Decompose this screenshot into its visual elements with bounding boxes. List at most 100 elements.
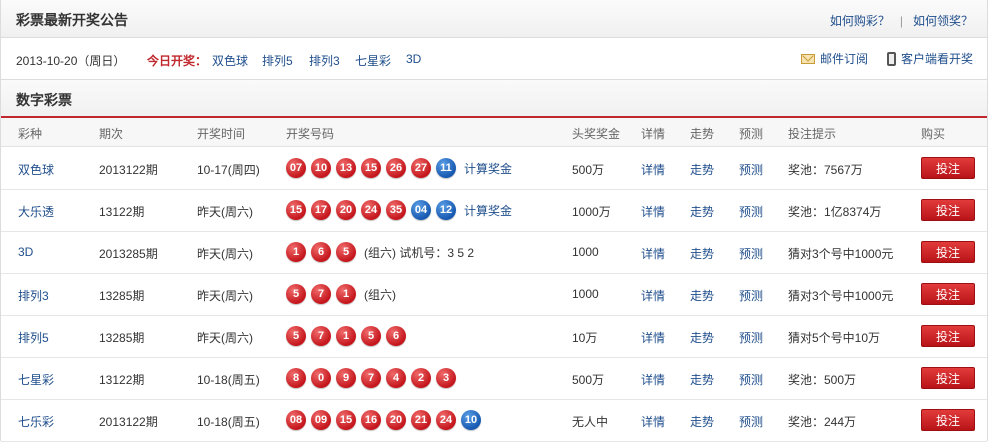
detail-link[interactable]: 详情: [641, 161, 665, 178]
lottery-name-link[interactable]: 双色球: [18, 161, 54, 178]
bet-button[interactable]: 投注: [921, 157, 975, 179]
calculate-prize-link[interactable]: 计算奖金: [464, 160, 512, 177]
today-lottery-link[interactable]: 排列3: [309, 52, 340, 69]
trend-link[interactable]: 走势: [690, 329, 714, 346]
trend-link[interactable]: 走势: [690, 245, 714, 262]
current-date: 2013-10-20（周日）: [16, 54, 126, 68]
forecast-link[interactable]: 预测: [739, 329, 763, 346]
top-prize: 1000: [572, 245, 599, 259]
red-ball: 1: [286, 242, 306, 262]
forecast-link[interactable]: 预测: [739, 287, 763, 304]
client-view-link[interactable]: 客户端看开奖: [887, 50, 973, 67]
detail-link[interactable]: 详情: [641, 329, 665, 346]
red-ball: 09: [311, 410, 331, 430]
betting-tip: 奖池：244万: [788, 415, 857, 429]
detail-link[interactable]: 详情: [641, 245, 665, 262]
column-header: 头奖奖金: [572, 127, 621, 141]
column-header: 投注提示: [788, 127, 837, 141]
red-ball: 3: [436, 368, 456, 388]
detail-link[interactable]: 详情: [641, 413, 665, 430]
red-ball: 20: [336, 200, 356, 220]
today-lottery-link[interactable]: 3D: [406, 52, 421, 66]
red-ball: 13: [336, 158, 356, 178]
draw-period: 2013285期: [99, 247, 158, 261]
trend-link[interactable]: 走势: [690, 287, 714, 304]
bet-button[interactable]: 投注: [921, 325, 975, 347]
panel-header: 彩票最新开奖公告 如何购彩？ | 如何领奖？: [1, 0, 987, 38]
calculate-prize-link[interactable]: 计算奖金: [464, 202, 512, 219]
red-ball: 4: [386, 368, 406, 388]
betting-tip: 奖池：1亿8374万: [788, 205, 882, 219]
lottery-name-link[interactable]: 3D: [18, 245, 33, 259]
table-header: 彩种 期次 开奖时间 开奖号码 头奖奖金 详情 走势 预测 投注提示 购买: [1, 118, 987, 147]
forecast-link[interactable]: 预测: [739, 371, 763, 388]
winning-numbers: 07 10 13 15 26 27 11 计算奖金: [286, 158, 512, 178]
top-prize: 1000: [572, 287, 599, 301]
red-ball: 35: [386, 200, 406, 220]
detail-link[interactable]: 详情: [641, 371, 665, 388]
red-ball: 16: [361, 410, 381, 430]
red-ball: 1: [336, 284, 356, 304]
column-header: 开奖时间: [197, 127, 246, 141]
mail-subscribe-link[interactable]: 邮件订阅: [801, 50, 868, 67]
link-separator: |: [899, 14, 903, 28]
blue-ball: 11: [436, 158, 456, 178]
column-header: 详情: [641, 127, 666, 141]
trend-link[interactable]: 走势: [690, 413, 714, 430]
red-ball: 21: [411, 410, 431, 430]
forecast-link[interactable]: 预测: [739, 161, 763, 178]
draw-note: (组六): [364, 287, 396, 302]
red-ball: 7: [361, 368, 381, 388]
how-to-claim-link[interactable]: 如何领奖？: [913, 14, 973, 28]
lottery-name-link[interactable]: 大乐透: [18, 203, 54, 220]
red-ball: 10: [311, 158, 331, 178]
red-ball: 15: [286, 200, 306, 220]
trend-link[interactable]: 走势: [690, 371, 714, 388]
draw-period: 13285期: [99, 289, 145, 303]
lottery-name-link[interactable]: 七星彩: [18, 371, 54, 388]
page-title: 彩票最新开奖公告: [16, 12, 128, 28]
lottery-name-link[interactable]: 排列3: [18, 287, 49, 304]
table-row: 3D 2013285期 昨天(周六) 1 6 5 (组六) 试机号：3 5 2 1000 详情 走…: [1, 231, 987, 274]
red-ball: 24: [436, 410, 456, 430]
red-ball: 24: [361, 200, 381, 220]
today-lottery-link[interactable]: 排列5: [262, 52, 293, 69]
bet-button[interactable]: 投注: [921, 367, 975, 389]
how-to-buy-link[interactable]: 如何购彩？: [830, 14, 890, 28]
red-ball: 17: [311, 200, 331, 220]
today-lottery-link[interactable]: 双色球: [212, 52, 248, 69]
forecast-link[interactable]: 预测: [739, 413, 763, 430]
top-prize: 1000万: [572, 205, 611, 219]
table-row: 排列3 13285期 昨天(周六) 5 7 1 (组六) 1000 详情 走势 预测 猜对3个号中10…: [1, 273, 987, 316]
column-header: 购买: [921, 127, 946, 141]
forecast-link[interactable]: 预测: [739, 245, 763, 262]
blue-ball: 10: [461, 410, 481, 430]
bet-button[interactable]: 投注: [921, 409, 975, 431]
column-header: 预测: [739, 127, 764, 141]
lottery-name-link[interactable]: 七乐彩: [18, 413, 54, 430]
betting-tip: 奖池：500万: [788, 373, 857, 387]
draw-period: 13285期: [99, 331, 145, 345]
table-row: 双色球 2013122期 10-17(周四) 07 10 13 15 26 27 11 计算奖金 50…: [1, 147, 987, 190]
column-header: 走势: [690, 127, 715, 141]
bet-button[interactable]: 投注: [921, 283, 975, 305]
forecast-link[interactable]: 预测: [739, 203, 763, 220]
bet-button[interactable]: 投注: [921, 199, 975, 221]
section-title: 数字彩票: [16, 92, 72, 108]
bet-button[interactable]: 投注: [921, 241, 975, 263]
top-prize: 500万: [572, 373, 605, 387]
detail-link[interactable]: 详情: [641, 203, 665, 220]
draw-period: 13122期: [99, 205, 145, 219]
lottery-name-link[interactable]: 排列5: [18, 329, 49, 346]
detail-link[interactable]: 详情: [641, 287, 665, 304]
draw-period: 2013122期: [99, 163, 158, 177]
winning-numbers: 15 17 20 24 35 04 12 计算奖金: [286, 200, 512, 220]
red-ball: 15: [361, 158, 381, 178]
red-ball: 7: [311, 284, 331, 304]
red-ball: 5: [286, 326, 306, 346]
draw-period: 13122期: [99, 373, 145, 387]
today-lottery-link[interactable]: 七星彩: [355, 52, 391, 69]
trend-link[interactable]: 走势: [690, 161, 714, 178]
trend-link[interactable]: 走势: [690, 203, 714, 220]
column-header: 彩种: [18, 127, 43, 141]
